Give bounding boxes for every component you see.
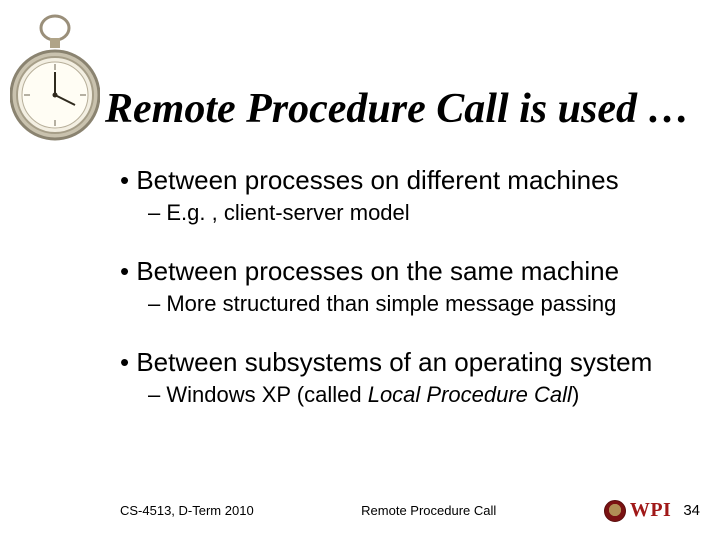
sub-bullet-text: Windows XP (called <box>166 382 367 407</box>
slide-footer: CS-4513, D-Term 2010 Remote Procedure Ca… <box>120 499 700 522</box>
slide-body: Between processes on different machines … <box>120 165 710 438</box>
footer-topic: Remote Procedure Call <box>254 503 604 518</box>
sub-bullet: E.g. , client-server model <box>120 200 710 226</box>
wpi-seal-icon <box>604 500 626 522</box>
bullet-item: Between processes on different machines <box>120 165 710 196</box>
pocket-watch-image <box>10 10 100 145</box>
slide-number: 34 <box>683 502 700 519</box>
sub-bullet-text: ) <box>572 382 579 407</box>
wpi-logo-text: WPI <box>630 499 672 522</box>
wpi-logo: WPI <box>604 499 672 522</box>
sub-bullet: More structured than simple message pass… <box>120 291 710 317</box>
footer-course-info: CS-4513, D-Term 2010 <box>120 503 254 518</box>
sub-bullet: Windows XP (called Local Procedure Call) <box>120 382 710 408</box>
bullet-item: Between processes on the same machine <box>120 256 710 287</box>
bullet-item: Between subsystems of an operating syste… <box>120 347 710 378</box>
sub-bullet-italic: Local Procedure Call <box>368 382 572 407</box>
slide-title: Remote Procedure Call is used … <box>105 85 689 133</box>
